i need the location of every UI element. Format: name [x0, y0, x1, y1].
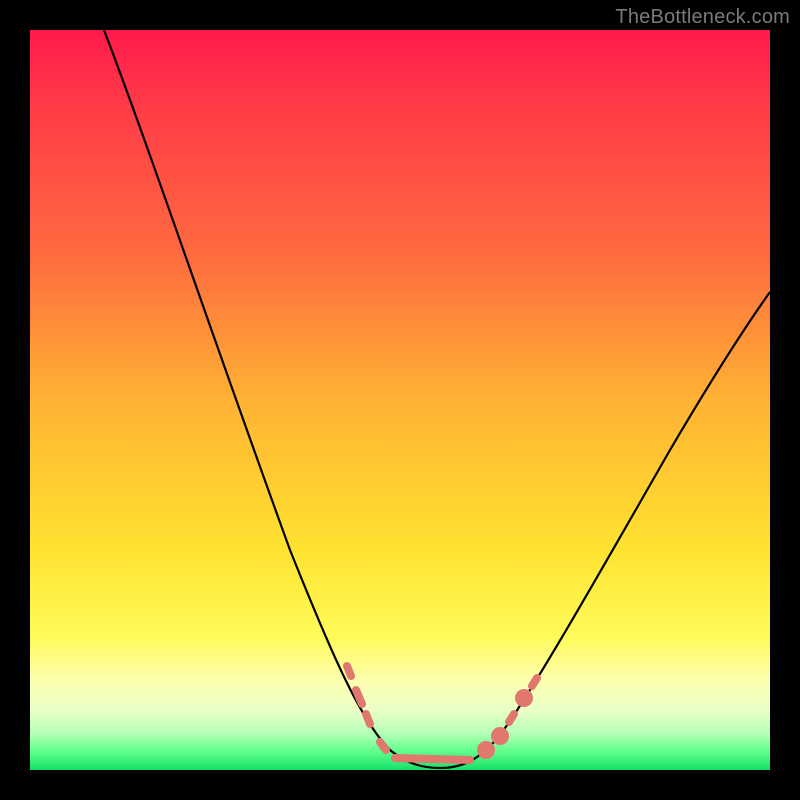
bottleneck-curve: [104, 30, 770, 768]
curve-layer: [30, 30, 770, 770]
chart-frame: TheBottleneck.com: [0, 0, 800, 800]
plot-area: [30, 30, 770, 770]
highlight-dots: [347, 666, 537, 760]
watermark-text: TheBottleneck.com: [615, 6, 790, 29]
